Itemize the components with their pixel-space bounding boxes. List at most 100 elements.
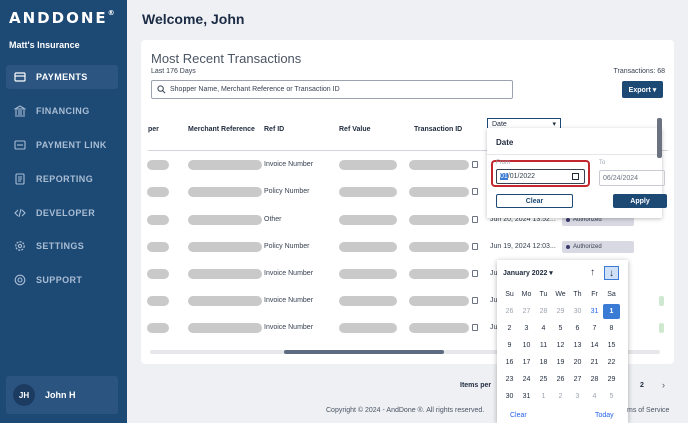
copy-icon[interactable] [472, 297, 478, 304]
calendar-day[interactable]: 30 [569, 308, 586, 315]
calendar-day[interactable]: 23 [501, 376, 518, 383]
status-badge [659, 296, 664, 306]
weekday-label: Sa [607, 291, 616, 298]
calendar-day[interactable]: 5 [552, 325, 569, 332]
column-header-shopper[interactable]: per [148, 126, 159, 133]
calendar-day[interactable]: 26 [552, 376, 569, 383]
calendar-day[interactable]: 3 [569, 393, 586, 400]
card-title: Most Recent Transactions [151, 51, 302, 66]
calendar-day[interactable]: 26 [501, 308, 518, 315]
weekday-label: Mo [521, 291, 532, 298]
copy-icon[interactable] [472, 243, 478, 250]
calendar-day[interactable]: 28 [535, 308, 552, 315]
date-filter-popover: Date From To 01/01/2022 06/24/2024 Clear… [487, 128, 667, 218]
calendar-day[interactable]: 1 [603, 304, 620, 319]
ref-id-cell: Invoice Number [264, 270, 314, 277]
transactions-count: Transactions: 68 [613, 68, 666, 75]
calendar-grid: Su Mo Tu We Th Fr Sa 26 27 28 29 30 31 1 2 3 4 5 6 7 8 9 10 11 1… [501, 286, 626, 405]
apply-button[interactable]: Apply [613, 194, 667, 208]
column-header-merchant-reference[interactable]: Merchant Reference [188, 126, 255, 133]
calendar-day[interactable]: 19 [552, 359, 569, 366]
copyright-text: Copyright © 2024 - AndDone ®. All rights… [326, 407, 485, 414]
calendar-day[interactable]: 3 [518, 325, 535, 332]
scrollbar-thumb[interactable] [284, 350, 444, 354]
calendar-day[interactable]: 16 [501, 359, 518, 366]
page-title: Welcome, John [142, 11, 245, 27]
calendar-day[interactable]: 28 [586, 376, 603, 383]
calendar-day[interactable]: 15 [603, 342, 620, 349]
column-header-ref-id[interactable]: Ref ID [264, 126, 284, 133]
calendar-day[interactable]: 6 [569, 325, 586, 332]
calendar-day[interactable]: 2 [552, 393, 569, 400]
nav-item-financing[interactable]: FINANCING [6, 99, 118, 123]
calendar-day[interactable]: 22 [603, 359, 620, 366]
nav-item-developer[interactable]: DEVELOPER [6, 201, 118, 225]
chevron-down-icon: ▾ [552, 121, 556, 128]
month-selector[interactable]: January 2022 ▾ [503, 269, 553, 277]
next-page-icon[interactable]: › [662, 380, 665, 390]
calendar-day[interactable]: 27 [569, 376, 586, 383]
anddone-logo[interactable]: ANDDONE® [9, 9, 115, 27]
calendar-day[interactable]: 27 [518, 308, 535, 315]
page-number[interactable]: 2 [640, 382, 644, 389]
copy-icon[interactable] [472, 270, 478, 277]
from-date-input[interactable]: 01/01/2022 [496, 169, 585, 184]
copy-icon[interactable] [472, 188, 478, 195]
terms-of-service-link[interactable]: ms of Service [627, 407, 669, 414]
calendar-day[interactable]: 1 [535, 393, 552, 400]
column-header-ref-value[interactable]: Ref Value [339, 126, 371, 133]
calendar-day[interactable]: 29 [603, 376, 620, 383]
date-cell: Jun 19, 2024 12:03... [490, 243, 556, 250]
calendar-day[interactable]: 24 [518, 376, 535, 383]
calendar-day[interactable]: 31 [586, 308, 603, 315]
nav-item-support[interactable]: SUPPORT [6, 268, 118, 292]
nav-item-payment-link[interactable]: PAYMENT LINK [6, 133, 118, 157]
nav-item-reporting[interactable]: REPORTING [6, 167, 118, 191]
calendar-day[interactable]: 4 [586, 393, 603, 400]
status-badge: Authorized [562, 241, 634, 253]
calendar-day[interactable]: 14 [586, 342, 603, 349]
avatar: JH [13, 384, 35, 406]
code-icon [13, 207, 26, 220]
calendar-day[interactable]: 20 [569, 359, 586, 366]
export-button[interactable]: Export ▾ [622, 81, 663, 98]
calendar-day[interactable]: 13 [569, 342, 586, 349]
calendar-icon[interactable] [572, 173, 579, 180]
calendar-day[interactable]: 5 [603, 393, 620, 400]
calendar-day[interactable]: 2 [501, 325, 518, 332]
organization-name: Matt's Insurance [9, 40, 80, 50]
calendar-day[interactable]: 30 [501, 393, 518, 400]
user-menu[interactable]: JH John H [6, 376, 118, 414]
copy-icon[interactable] [472, 216, 478, 223]
calendar-day[interactable]: 11 [535, 342, 552, 349]
copy-icon[interactable] [472, 161, 478, 168]
gear-icon [13, 240, 26, 253]
calendar-day[interactable]: 31 [518, 393, 535, 400]
calendar-day[interactable]: 8 [603, 325, 620, 332]
calendar-day[interactable]: 29 [552, 308, 569, 315]
vertical-scrollbar[interactable] [657, 118, 662, 158]
calendar-day[interactable]: 18 [535, 359, 552, 366]
calendar-day[interactable]: 7 [586, 325, 603, 332]
search-icon [157, 85, 166, 94]
calendar-day[interactable]: 17 [518, 359, 535, 366]
copy-icon[interactable] [472, 324, 478, 331]
to-date-input[interactable]: 06/24/2024 [599, 170, 665, 186]
clear-button[interactable]: Clear [496, 194, 573, 208]
calendar-day[interactable]: 10 [518, 342, 535, 349]
calendar-day[interactable]: 21 [586, 359, 603, 366]
nav-item-settings[interactable]: SETTINGS [6, 234, 118, 258]
previous-month-arrow-icon[interactable]: ↑ [586, 266, 599, 279]
ref-id-cell: Invoice Number [264, 161, 314, 168]
calendar-today-link[interactable]: Today [595, 412, 614, 419]
search-input[interactable]: Shopper Name, Merchant Reference or Tran… [151, 80, 513, 99]
calendar-day[interactable]: 4 [535, 325, 552, 332]
nav-item-payments[interactable]: PAYMENTS [6, 65, 118, 89]
calendar-day[interactable]: 12 [552, 342, 569, 349]
next-month-arrow-icon[interactable]: ↓ [604, 266, 619, 280]
calendar-day[interactable]: 25 [535, 376, 552, 383]
nav-item-label: SETTINGS [36, 241, 85, 251]
calendar-clear-link[interactable]: Clear [510, 412, 527, 419]
column-header-transaction-id[interactable]: Transaction ID [414, 126, 462, 133]
calendar-day[interactable]: 9 [501, 342, 518, 349]
